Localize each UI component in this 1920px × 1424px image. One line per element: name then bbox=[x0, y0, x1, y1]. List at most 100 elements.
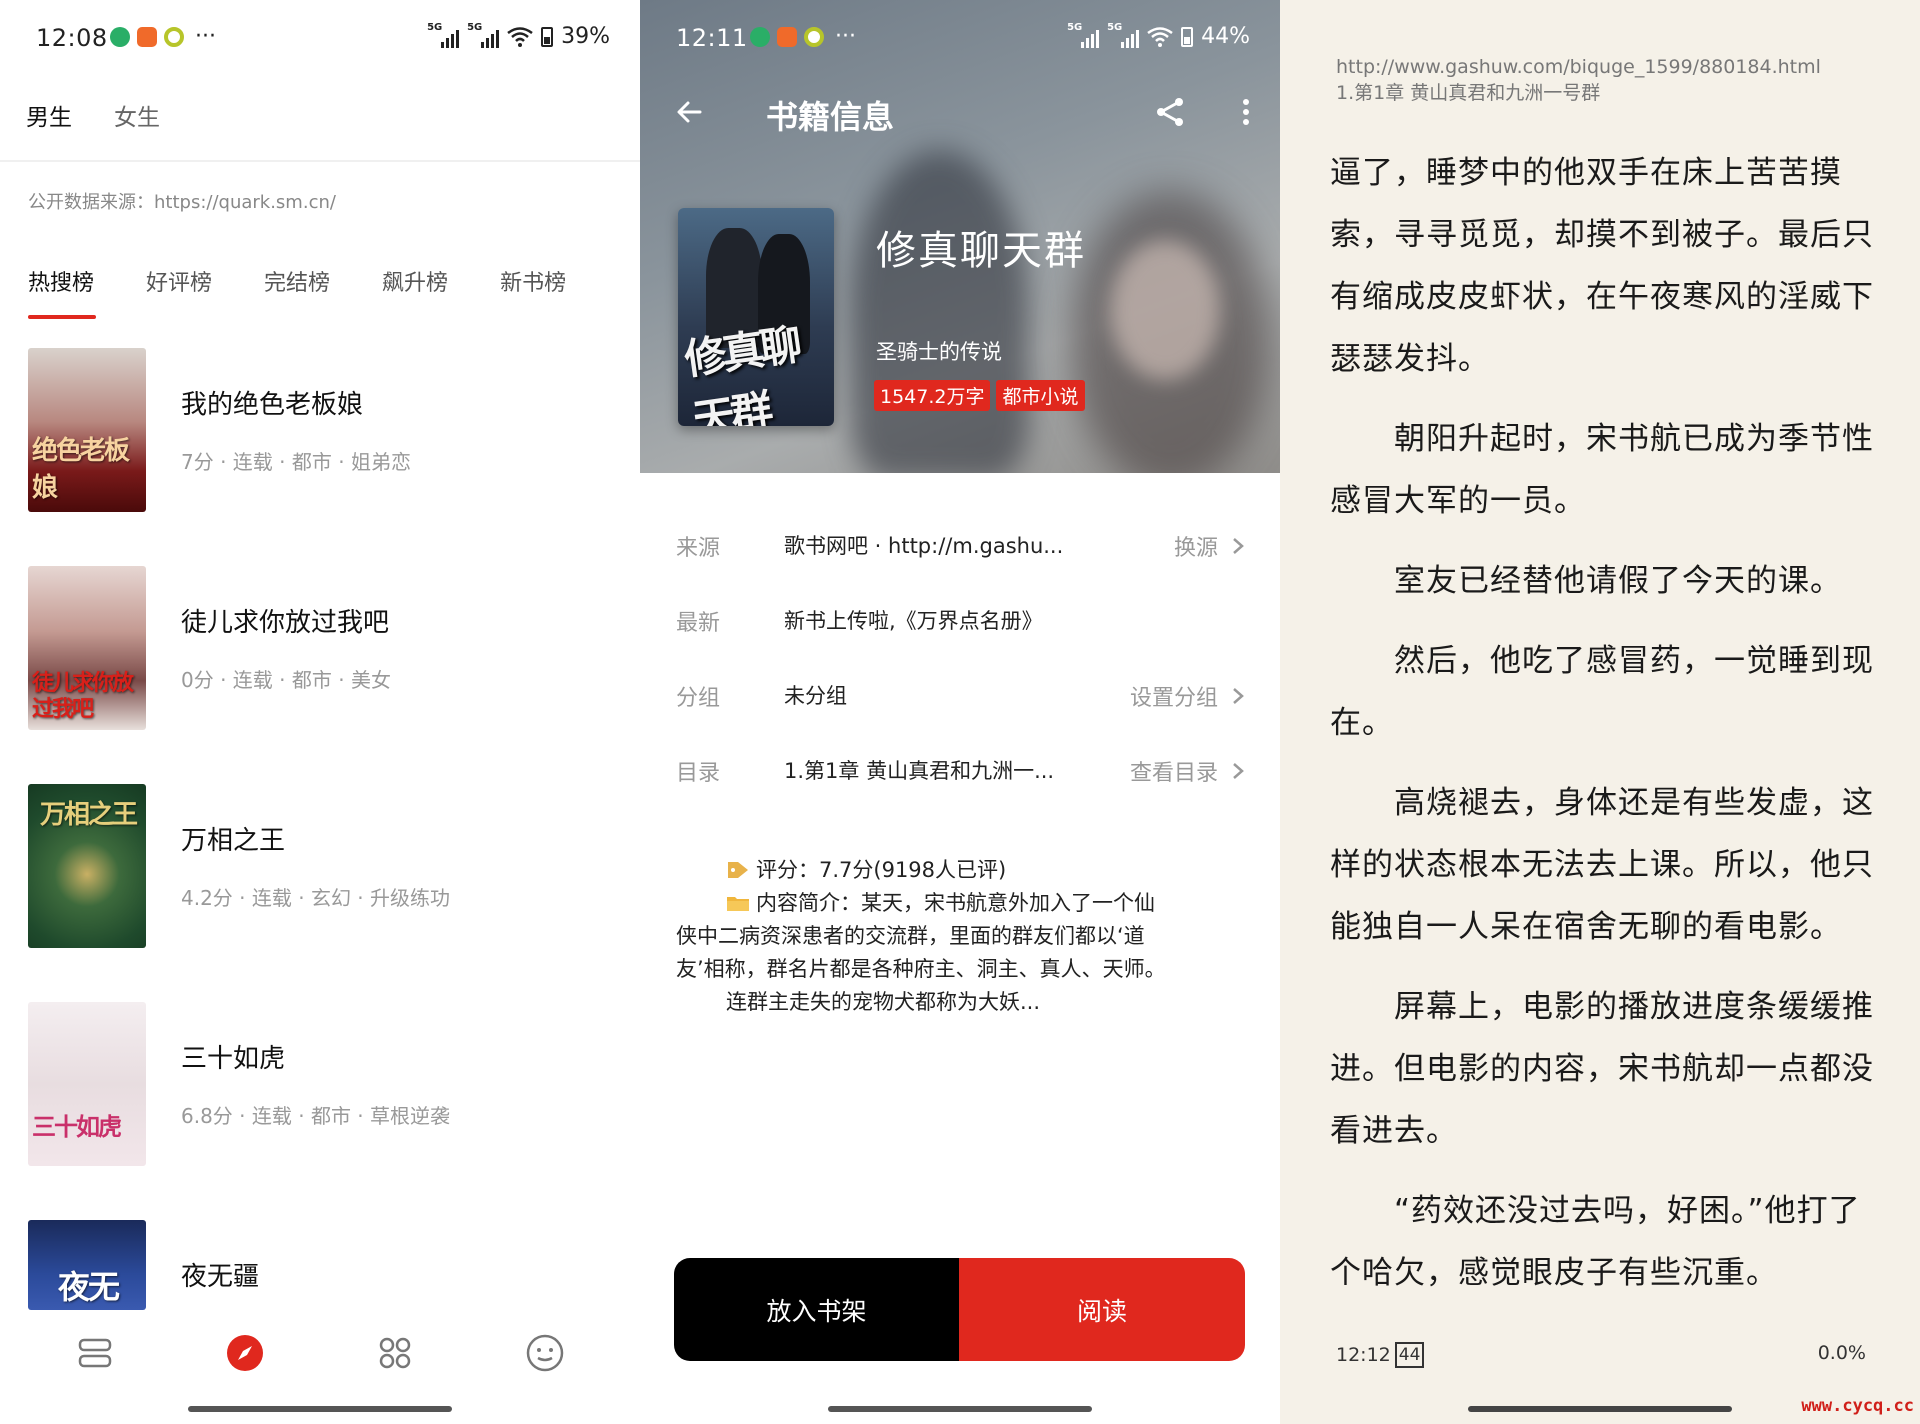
row-label: 最新 bbox=[676, 611, 721, 636]
group-row[interactable]: 分组 未分组 设置分组 bbox=[676, 666, 1256, 741]
status-bar: 12:11 ··· 5G 5G 44% bbox=[640, 0, 1280, 76]
change-source-action[interactable]: 换源 bbox=[1174, 530, 1244, 562]
intro-text: 友’相称，群名片都是各种府主、洞主、真人、天师。 bbox=[676, 957, 1166, 981]
book-cover[interactable]: 修真聊天群 bbox=[678, 208, 834, 426]
book-badges: 1547.2万字 都市小说 bbox=[874, 380, 1085, 411]
signal-icon: 5G bbox=[1067, 22, 1100, 48]
read-button[interactable]: 阅读 bbox=[959, 1258, 1245, 1361]
book-rank-screen: 12:08 ··· 5G 5G 39% 男生 女生 公开数据来源：https:/… bbox=[0, 0, 640, 1424]
app-bar: 书籍信息 bbox=[640, 84, 1280, 144]
list-item[interactable]: 徒儿求你放过我吧 徒儿求你放过我吧 0分 · 连载 · 都市 · 美女 bbox=[28, 566, 618, 784]
bookshelf-icon[interactable] bbox=[73, 1331, 117, 1375]
paragraph: “药效还没过去吗，好困。”他打了个哈欠，感觉眼皮子有些沉重。 bbox=[1330, 1193, 1861, 1291]
bottom-nav bbox=[0, 1310, 640, 1396]
book-title: 修真聊天群 bbox=[876, 228, 1086, 274]
app-notification-icon bbox=[137, 27, 157, 47]
wechat-icon bbox=[110, 27, 130, 47]
book-cover: 万相之王 bbox=[28, 784, 146, 948]
tab-hot-search[interactable]: 热搜榜 bbox=[28, 265, 97, 319]
add-to-shelf-button[interactable]: 放入书架 bbox=[674, 1258, 959, 1361]
reader-header: http://www.gashuw.com/biquge_1599/880184… bbox=[1336, 54, 1821, 106]
cover-title: 修真聊天群 bbox=[681, 319, 802, 426]
reader-screen[interactable]: http://www.gashuw.com/biquge_1599/880184… bbox=[1280, 0, 1920, 1424]
view-toc-action[interactable]: 查看目录 bbox=[1130, 755, 1244, 787]
more-options-icon[interactable] bbox=[1236, 92, 1256, 132]
wifi-icon bbox=[1147, 26, 1173, 47]
battery-level: 44% bbox=[1201, 24, 1250, 49]
paragraph: 屏幕上，电影的播放进度条缓缓推进。但电影的内容，宋书航却一点都没看进去。 bbox=[1330, 989, 1874, 1149]
book-title: 夜无疆 bbox=[181, 1262, 260, 1292]
set-group-action[interactable]: 设置分组 bbox=[1130, 680, 1244, 712]
cover-title: 绝色老板娘 bbox=[32, 436, 130, 503]
signal-icon: 5G bbox=[467, 22, 500, 48]
footer-status: 12:12 44 bbox=[1336, 1342, 1425, 1368]
tab-good-review[interactable]: 好评榜 bbox=[146, 265, 212, 297]
home-indicator[interactable] bbox=[828, 1406, 1092, 1412]
book-title: 三十如虎 bbox=[181, 1044, 286, 1074]
book-title: 我的绝色老板娘 bbox=[181, 390, 364, 420]
watermark: www.cycq.cc bbox=[1801, 1396, 1914, 1416]
battery-icon bbox=[541, 26, 554, 47]
app-notification-icon bbox=[804, 27, 824, 47]
book-cover: 三十如虎 bbox=[28, 1002, 146, 1166]
list-item[interactable]: 绝色老板娘 我的绝色老板娘 7分 · 连载 · 都市 · 姐弟恋 bbox=[28, 348, 618, 566]
intro-first-line: 内容简介：某天，宋书航意外加入了一个仙 bbox=[676, 887, 1236, 920]
cover-title: 夜无 bbox=[58, 1268, 120, 1306]
chapter-content[interactable]: 逼了，睡梦中的他双手在床上苦苦摸索，寻寻觅觅，却摸不到被子。最后只有缩成皮皮虾状… bbox=[1330, 142, 1890, 1322]
latest-row[interactable]: 最新 新书上传啦,《万界点名册》 bbox=[676, 591, 1256, 666]
book-info-rows: 来源 歌书网吧 · http://m.gashu... 换源 最新 新书上传啦,… bbox=[676, 516, 1256, 816]
action-label: 查看目录 bbox=[1129, 761, 1218, 786]
status-right: 5G 5G 44% bbox=[1067, 22, 1250, 50]
app-notification-icon bbox=[777, 27, 797, 47]
tab-new-books[interactable]: 新书榜 bbox=[500, 265, 566, 297]
chevron-right-icon bbox=[1233, 763, 1244, 779]
tab-male[interactable]: 男生 bbox=[26, 98, 72, 132]
paragraph: 高烧褪去，身体还是有些发虚，这样的状态根本无法去上课。所以，他只能独自一人呆在宿… bbox=[1330, 785, 1874, 945]
page-title: 书籍信息 bbox=[766, 98, 895, 136]
paragraph: 朝阳升起时，宋书航已成为季节性感冒大军的一员。 bbox=[1330, 421, 1874, 519]
list-item[interactable]: 夜无 夜无疆 bbox=[28, 1220, 618, 1310]
profile-icon[interactable] bbox=[523, 1331, 567, 1375]
source-row[interactable]: 来源 歌书网吧 · http://m.gashu... 换源 bbox=[676, 516, 1256, 591]
row-value: 歌书网吧 · http://m.gashu... bbox=[784, 534, 1064, 558]
battery-icon bbox=[1181, 26, 1194, 47]
book-intro: 评分：7.7分(9198人已评) 内容简介：某天，宋书航意外加入了一个仙 侠中二… bbox=[676, 854, 1236, 1019]
discover-icon[interactable] bbox=[223, 1331, 267, 1375]
book-cover: 徒儿求你放过我吧 bbox=[28, 566, 146, 730]
back-arrow-icon[interactable] bbox=[670, 92, 710, 132]
book-meta: 0分 · 连载 · 都市 · 美女 bbox=[181, 668, 391, 692]
notification-icons: ··· bbox=[750, 26, 856, 48]
data-source-note: 公开数据来源：https://quark.sm.cn/ bbox=[28, 192, 336, 213]
paragraph: 室友已经替他请假了今天的课。 bbox=[1394, 563, 1842, 599]
footer-battery: 44 bbox=[1394, 1342, 1425, 1368]
tab-completed[interactable]: 完结榜 bbox=[264, 265, 330, 297]
row-value: 1.第1章 黄山真君和九洲一... bbox=[784, 759, 1055, 783]
notification-icons: ··· bbox=[110, 26, 216, 48]
book-meta: 6.8分 · 连载 · 都市 · 草根逆袭 bbox=[181, 1104, 451, 1128]
home-indicator[interactable] bbox=[188, 1406, 452, 1412]
intro-text: 连群主走失的宠物犬都称为大妖... bbox=[726, 990, 1041, 1014]
signal-icon: 5G bbox=[1107, 22, 1140, 48]
tab-rising[interactable]: 飙升榜 bbox=[382, 265, 448, 297]
status-time: 12:11 bbox=[676, 24, 748, 52]
list-item[interactable]: 三十如虎 三十如虎 6.8分 · 连载 · 都市 · 草根逆袭 bbox=[28, 1002, 618, 1220]
intro-text: 侠中二病资深患者的交流群，里面的群友们都以‘道 bbox=[676, 924, 1145, 948]
book-cover: 绝色老板娘 bbox=[28, 348, 146, 512]
toc-row[interactable]: 目录 1.第1章 黄山真君和九洲一... 查看目录 bbox=[676, 741, 1256, 816]
chapter-title: 1.第1章 黄山真君和九洲一号群 bbox=[1336, 82, 1601, 104]
book-cover: 夜无 bbox=[28, 1220, 146, 1310]
home-indicator[interactable] bbox=[1468, 1406, 1732, 1412]
blurred-cover-art bbox=[1110, 240, 1220, 380]
book-title: 万相之王 bbox=[181, 826, 286, 856]
status-time: 12:08 bbox=[36, 24, 108, 52]
row-label: 来源 bbox=[676, 536, 721, 561]
category-icon[interactable] bbox=[373, 1331, 417, 1375]
share-icon[interactable] bbox=[1150, 92, 1190, 132]
list-item[interactable]: 万相之王 万相之王 4.2分 · 连载 · 玄幻 · 升级练功 bbox=[28, 784, 618, 1002]
tab-female[interactable]: 女生 bbox=[114, 98, 160, 132]
category-badge: 都市小说 bbox=[996, 380, 1085, 411]
battery-level: 39% bbox=[561, 24, 610, 49]
footer-time: 12:12 bbox=[1336, 1344, 1391, 1366]
rank-tabs: 热搜榜 好评榜 完结榜 飙升榜 新书榜 bbox=[28, 265, 566, 319]
cover-title: 徒儿求你放过我吧 bbox=[32, 670, 134, 722]
